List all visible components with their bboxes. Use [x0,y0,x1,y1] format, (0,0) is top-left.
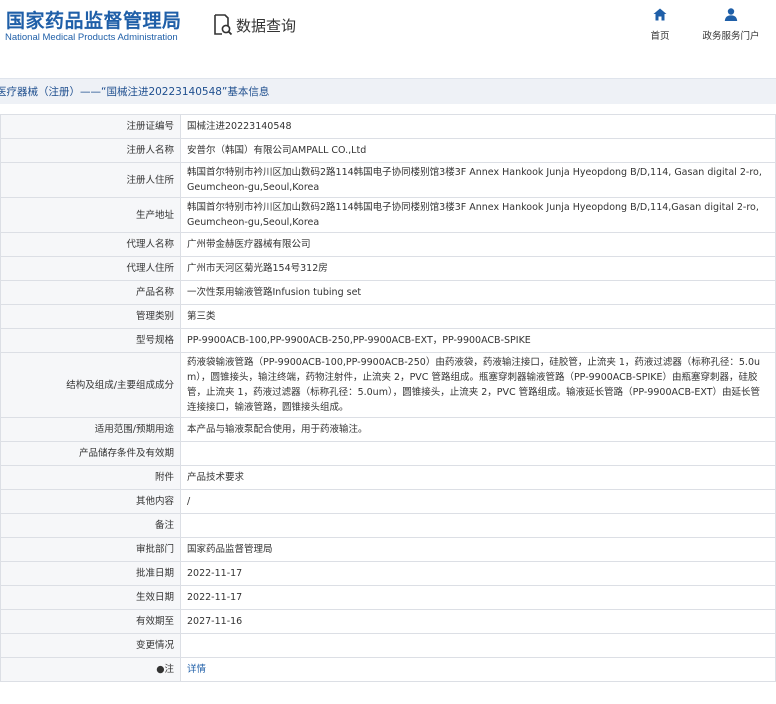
field-value [180,441,776,466]
table-row: 产品储存条件及有效期 [0,441,776,466]
table-row: 有效期至 2027-11-16 [0,609,776,634]
field-label: ●注 [0,657,181,682]
table-row: 生产地址 韩国首尔特别市衿川区加山数码2路114韩国电子协同楼别馆3楼3F Ann… [0,197,776,233]
field-label: 生产地址 [0,197,181,233]
table-row: ●注 详情 [0,657,776,682]
table-row: 变更情况 [0,633,776,658]
field-label: 审批部门 [0,537,181,562]
nav-home-label: 首页 [650,31,670,42]
field-value: 广州带金赫医疗器械有限公司 [180,232,776,257]
site-logo-en[interactable]: National Medical Products Administration [5,32,178,43]
table-row: 结构及组成/主要组成成分 药液袋输液管路（PP-9900ACB-100,PP-99… [0,352,776,418]
field-label: 代理人住所 [0,256,181,281]
field-label: 产品储存条件及有效期 [0,441,181,466]
table-row: 管理类别 第三类 [0,304,776,329]
table-row: 产品名称 一次性泵用输液管路Infusion tubing set [0,280,776,305]
field-label: 注册人名称 [0,138,181,163]
field-value: 详情 [180,657,776,682]
field-value: 药液袋输液管路（PP-9900ACB-100,PP-9900ACB-250）由药… [180,352,776,418]
data-query-link[interactable]: 数据查询 [213,12,296,38]
table-row: 审批部门 国家药品监督管理局 [0,537,776,562]
field-value: 国械注进20223140548 [180,114,776,139]
table-row: 生效日期 2022-11-17 [0,585,776,610]
field-label: 注册人住所 [0,162,181,198]
site-logo-cn[interactable]: 国家药品监督管理局 [6,6,182,33]
field-label: 备注 [0,513,181,538]
home-icon [653,8,667,24]
breadcrumb: 医疗器械（注册）——“国械注进20223140548”基本信息 [0,78,776,104]
field-label: 有效期至 [0,609,181,634]
table-row: 附件 产品技术要求 [0,465,776,490]
field-label: 注册证编号 [0,114,181,139]
field-value: 一次性泵用输液管路Infusion tubing set [180,280,776,305]
field-value: 2022-11-17 [180,585,776,610]
field-value: 广州市天河区菊光路154号312房 [180,256,776,281]
field-label: 产品名称 [0,280,181,305]
field-label: 代理人名称 [0,232,181,257]
nav-gov-service-portal[interactable]: 政务服务门户 [698,8,764,42]
nav-home[interactable]: 首页 [645,8,675,42]
table-row: 注册人住所 韩国首尔特别市衿川区加山数码2路114韩国电子协同楼别馆3楼3F An… [0,162,776,198]
document-search-icon [213,14,233,36]
table-row: 备注 [0,513,776,538]
field-value: 2022-11-17 [180,561,776,586]
data-query-label: 数据查询 [236,16,297,35]
table-row: 型号规格 PP-9900ACB-100,PP-9900ACB-250,PP-990… [0,328,776,353]
field-value [180,633,776,658]
field-value [180,513,776,538]
field-value: 2027-11-16 [180,609,776,634]
table-row: 代理人住所 广州市天河区菊光路154号312房 [0,256,776,281]
field-value: 安普尔（韩国）有限公司AMPALL CO.,Ltd [180,138,776,163]
table-row: 代理人名称 广州带金赫医疗器械有限公司 [0,232,776,257]
field-label: 批准日期 [0,561,181,586]
table-row: 批准日期 2022-11-17 [0,561,776,586]
field-label: 其他内容 [0,489,181,514]
field-value: / [180,489,776,514]
field-value: 第三类 [180,304,776,329]
details-link[interactable]: 详情 [187,664,206,675]
field-label: 变更情况 [0,633,181,658]
user-icon [724,8,738,24]
field-value: 韩国首尔特别市衿川区加山数码2路114韩国电子协同楼别馆3楼3F Annex H… [180,197,776,233]
field-label: 结构及组成/主要组成成分 [0,352,181,418]
field-value: 国家药品监督管理局 [180,537,776,562]
table-row: 适用范围/预期用途 本产品与输液泵配合使用，用于药液输注。 [0,417,776,442]
table-row: 注册证编号 国械注进20223140548 [0,114,776,139]
field-label: 附件 [0,465,181,490]
registration-info-table: 注册证编号 国械注进20223140548 注册人名称 安普尔（韩国）有限公司AMPA… [0,114,776,682]
field-label: 生效日期 [0,585,181,610]
nav-gov-label: 政务服务门户 [702,31,760,42]
field-label: 管理类别 [0,304,181,329]
breadcrumb-text: 医疗器械（注册）——“国械注进20223140548”基本信息 [0,86,270,98]
field-label: 适用范围/预期用途 [0,417,181,442]
field-value: 本产品与输液泵配合使用，用于药液输注。 [180,417,776,442]
field-value: 产品技术要求 [180,465,776,490]
site-header: 国家药品监督管理局 National Medical Products Admi… [0,0,776,58]
field-label: 型号规格 [0,328,181,353]
table-row: 注册人名称 安普尔（韩国）有限公司AMPALL CO.,Ltd [0,138,776,163]
field-value: PP-9900ACB-100,PP-9900ACB-250,PP-9900ACB… [180,328,776,353]
field-value: 韩国首尔特别市衿川区加山数码2路114韩国电子协同楼别馆3楼3F Annex H… [180,162,776,198]
table-row: 其他内容 / [0,489,776,514]
